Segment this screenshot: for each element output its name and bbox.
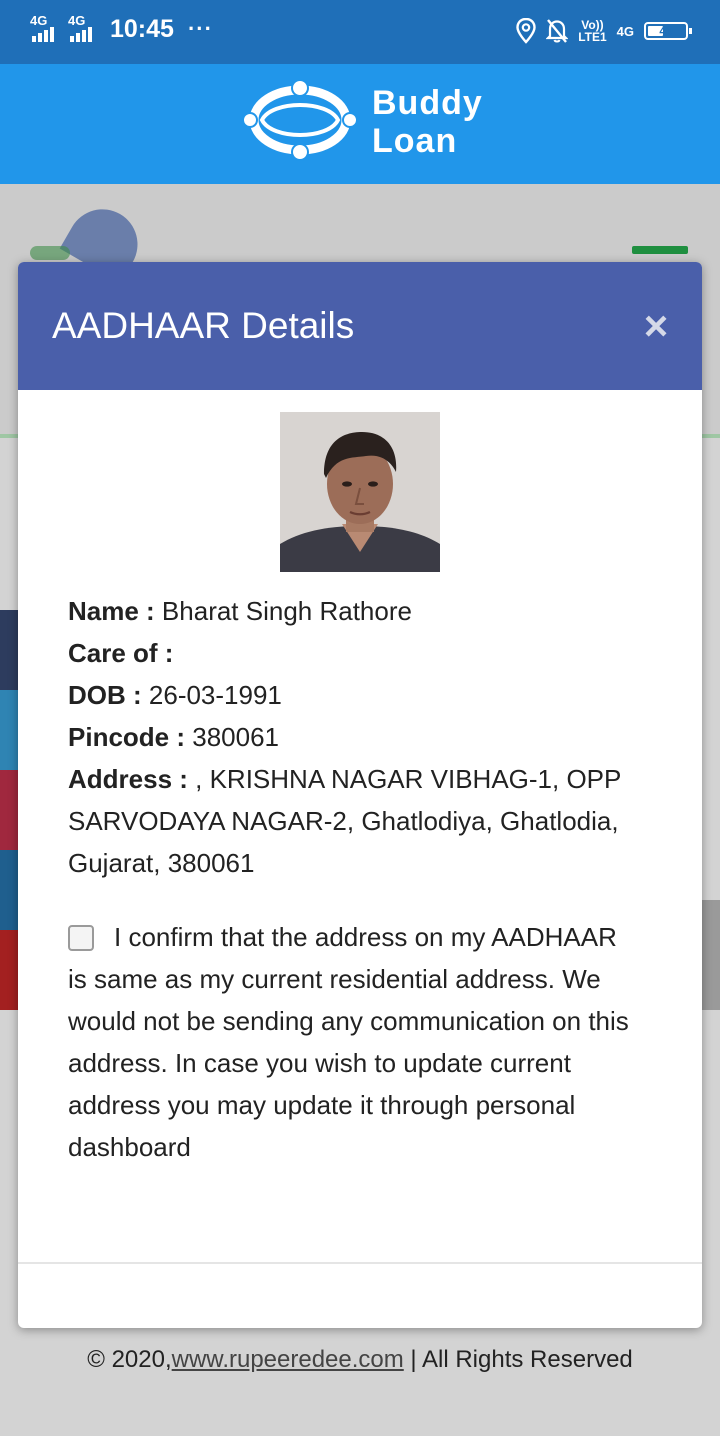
careof-row: Care of :: [68, 632, 658, 674]
name-value: Bharat Singh Rathore: [154, 596, 412, 626]
close-button[interactable]: ×: [636, 304, 676, 348]
pincode-label: Pincode :: [68, 722, 186, 752]
background-side-element: [702, 900, 720, 1010]
confirm-address-text: I confirm that the address on my AADHAAR…: [68, 922, 629, 1162]
pincode-value: 380061: [185, 722, 279, 752]
status-time: 10:45: [110, 14, 174, 43]
instagram-share-icon[interactable]: [0, 770, 18, 850]
linkedin-share-icon[interactable]: [0, 850, 18, 930]
status-bar: 4G 4G 10:45 ··· Vo)) LTE1 4G 40: [0, 0, 720, 64]
address-confirmation: I confirm that the address on my AADHAAR…: [68, 916, 638, 1168]
careof-label: Care of :: [68, 638, 174, 668]
brand-line1: Buddy: [372, 84, 483, 122]
facebook-share-icon[interactable]: [0, 610, 18, 690]
aadhaar-details: Name : Bharat Singh Rathore Care of : DO…: [68, 590, 658, 884]
volte-bottom-label: LTE1: [578, 30, 607, 44]
dob-row: DOB : 26-03-1991: [68, 674, 658, 716]
dob-value: 26-03-1991: [141, 680, 282, 710]
pincode-row: Pincode : 380061: [68, 716, 658, 758]
modal-header: AADHAAR Details ×: [18, 262, 702, 390]
modal-footer-divider: [18, 1262, 702, 1264]
name-row: Name : Bharat Singh Rathore: [68, 590, 658, 632]
youtube-share-icon[interactable]: [0, 930, 18, 1010]
battery-icon: 40: [644, 22, 692, 40]
page-footer: © 2020,www.rupeeredee.com | All Rights R…: [0, 1346, 720, 1374]
status-left: 4G 4G 10:45 ···: [30, 14, 213, 44]
address-label: Address :: [68, 764, 188, 794]
modal-title: AADHAAR Details: [52, 305, 355, 346]
volte-indicator: Vo)) LTE1: [578, 19, 606, 43]
sim2-signal-icon: 4G: [68, 14, 98, 44]
brand-name: Buddy Loan: [372, 84, 483, 160]
copyright-suffix: | All Rights Reserved: [403, 1346, 633, 1373]
copyright-prefix: © 2020,: [87, 1346, 172, 1373]
twitter-share-icon[interactable]: [0, 690, 18, 770]
network-type-label: 4G: [616, 23, 634, 39]
background-menu-icon: [632, 246, 688, 254]
battery-level: 40: [659, 24, 673, 38]
aadhaar-profile-photo: [280, 412, 440, 572]
buddy-loan-logo-icon: [242, 79, 358, 161]
status-right: Vo)) LTE1 4G 40: [516, 18, 692, 44]
location-icon: [516, 18, 536, 44]
app-header: [0, 64, 720, 184]
sim1-signal-icon: 4G: [30, 14, 60, 44]
sim2-network-label: 4G: [68, 13, 86, 28]
mute-notifications-icon: [546, 19, 569, 43]
more-notifications-icon: ···: [187, 16, 213, 41]
background-logo-accent: [30, 246, 70, 260]
website-link[interactable]: www.rupeeredee.com: [172, 1346, 404, 1373]
address-row: Address : , KRISHNA NAGAR VIBHAG-1, OPP …: [68, 758, 658, 884]
name-label: Name :: [68, 596, 155, 626]
confirm-address-checkbox[interactable]: [68, 925, 94, 951]
aadhaar-details-modal: AADHAAR Details × Name : Bharat Singh Ra…: [18, 262, 702, 1328]
sim1-network-label: 4G: [30, 13, 48, 28]
brand-line2: Loan: [372, 122, 458, 160]
dob-label: DOB :: [68, 680, 142, 710]
